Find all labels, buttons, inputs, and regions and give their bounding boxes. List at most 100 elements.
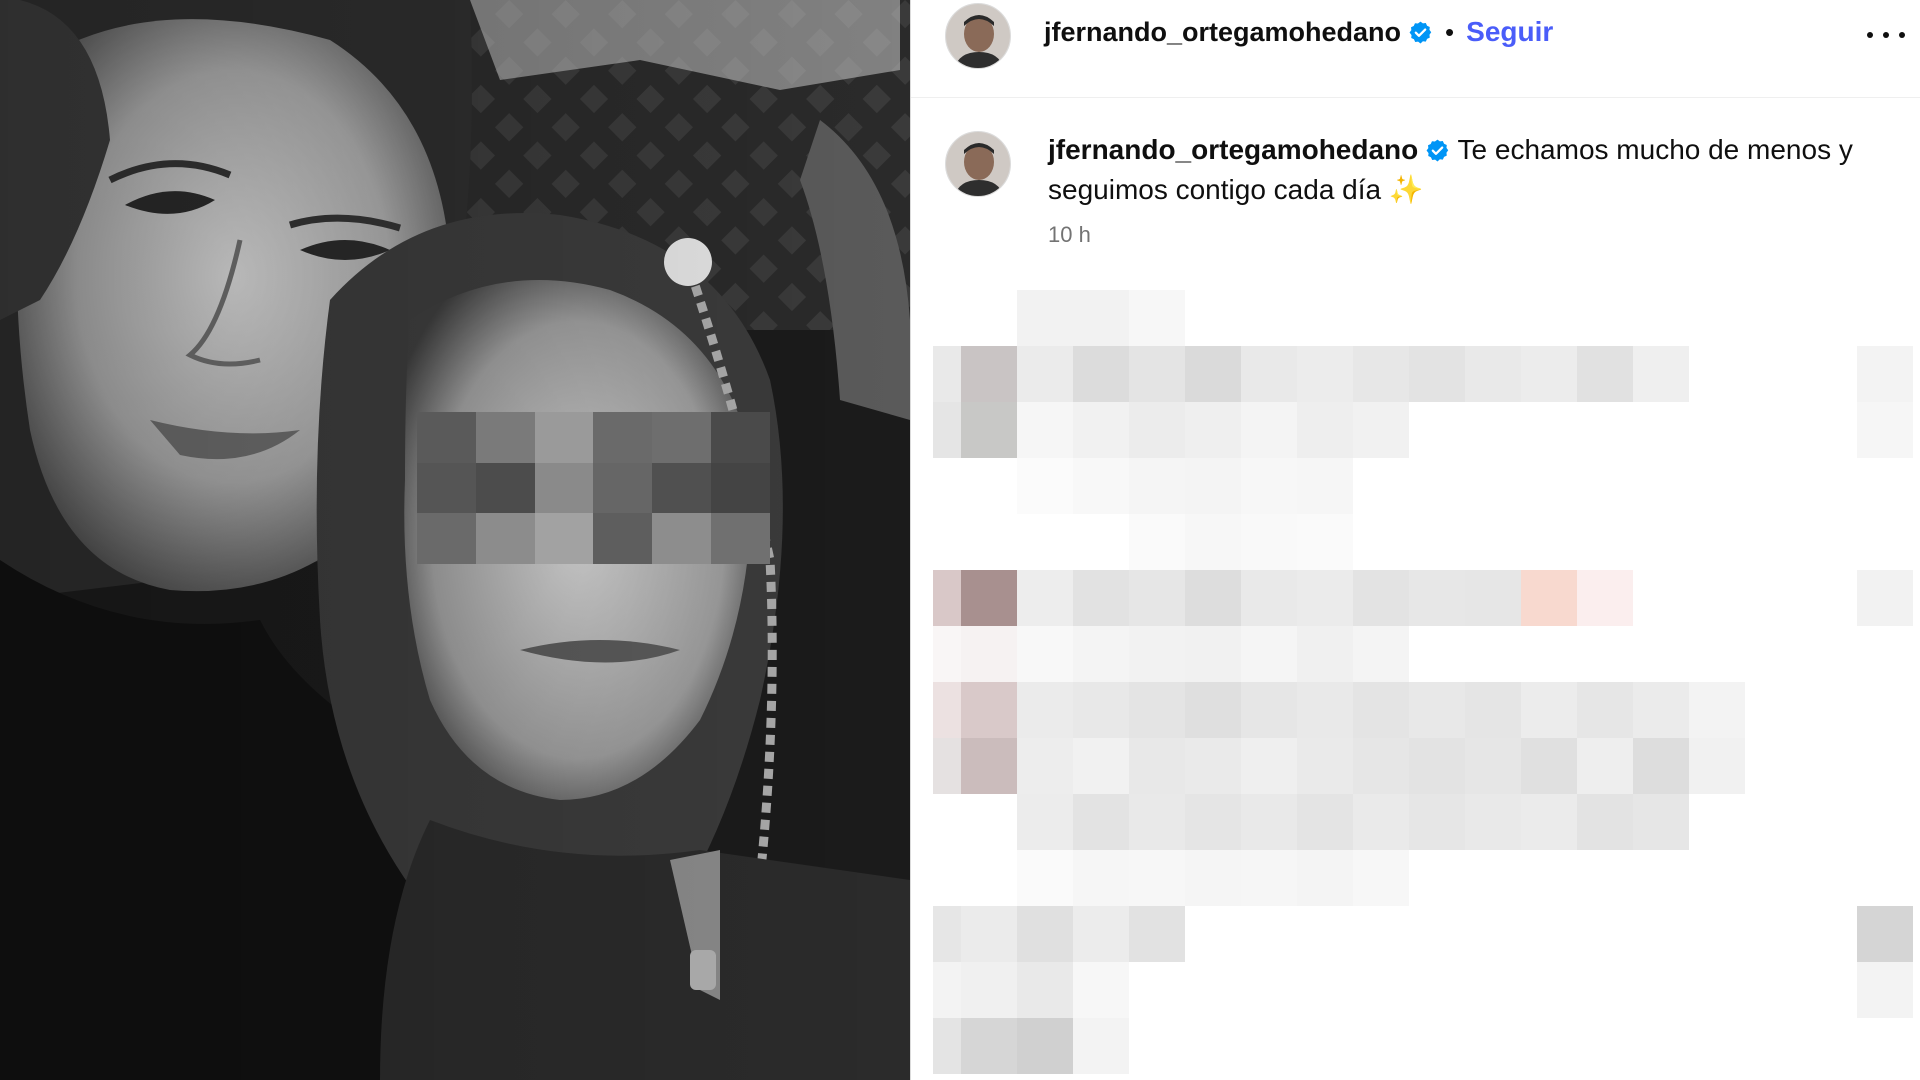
censor-cell — [1633, 738, 1689, 794]
censor-cell — [1017, 682, 1073, 738]
censor-cell — [1633, 682, 1689, 738]
censor-cell — [1577, 682, 1633, 738]
censor-cell — [1465, 682, 1521, 738]
follow-button[interactable]: Seguir — [1466, 16, 1553, 48]
censor-cell — [593, 513, 653, 564]
censor-cell — [933, 682, 961, 738]
censor-cell — [1129, 458, 1185, 514]
censor-cell — [1185, 682, 1241, 738]
censor-cell — [1241, 570, 1297, 626]
censor-cell — [417, 462, 476, 514]
censor-cell — [961, 626, 1017, 682]
censor-cell — [1241, 794, 1297, 850]
censor-cell — [1297, 850, 1353, 906]
post-side-panel: jfernando_ortegamohedano • Seguir jferna… — [910, 0, 1920, 1080]
censor-cell — [933, 1018, 961, 1074]
censor-cell — [961, 402, 1017, 458]
censor-cell — [1409, 738, 1465, 794]
censor-cell — [475, 513, 535, 564]
censor-cell — [1129, 738, 1185, 794]
censor-cell — [1297, 458, 1353, 514]
censor-cell — [1129, 682, 1185, 738]
censor-cell — [961, 682, 1017, 738]
censor-cell — [1521, 738, 1577, 794]
censor-cell — [1465, 346, 1521, 402]
censor-cell — [1857, 402, 1913, 458]
post-header: jfernando_ortegamohedano • Seguir — [911, 0, 1920, 98]
censor-cell — [1409, 682, 1465, 738]
censor-cell — [1017, 402, 1073, 458]
censor-cell — [1017, 346, 1073, 402]
censor-cell — [1017, 1018, 1073, 1074]
censor-cell — [1353, 402, 1409, 458]
censor-cell — [1297, 626, 1353, 682]
censor-cell — [1185, 626, 1241, 682]
censor-cell — [475, 462, 535, 514]
censor-cell — [1241, 458, 1297, 514]
censor-cell — [1857, 962, 1913, 1018]
censor-cell — [1185, 402, 1241, 458]
caption-author-avatar[interactable] — [945, 131, 1011, 197]
author-avatar[interactable] — [945, 3, 1011, 69]
censor-cell — [1185, 514, 1241, 570]
censor-cell — [1073, 850, 1129, 906]
censor-cell — [1633, 794, 1689, 850]
censor-cell — [1017, 962, 1073, 1018]
censor-cell — [652, 513, 712, 564]
censor-cell — [1073, 290, 1129, 346]
censor-cell — [1129, 570, 1185, 626]
censor-cell — [1017, 738, 1073, 794]
more-dot — [1867, 32, 1873, 38]
header-line: jfernando_ortegamohedano • Seguir — [1044, 16, 1553, 48]
censor-cell — [1297, 794, 1353, 850]
censor-cell — [1129, 850, 1185, 906]
censor-cell — [1521, 682, 1577, 738]
more-dot — [1883, 32, 1889, 38]
censor-cell — [933, 738, 961, 794]
censor-cell — [1521, 346, 1577, 402]
author-username[interactable]: jfernando_ortegamohedano — [1044, 17, 1401, 48]
censor-cell — [933, 906, 961, 962]
censor-cell — [593, 412, 653, 463]
censor-cell — [933, 346, 961, 402]
censor-cell — [1073, 794, 1129, 850]
caption-username[interactable]: jfernando_ortegamohedano — [1048, 134, 1418, 165]
censor-cell — [534, 412, 594, 463]
more-horizontal-icon[interactable] — [1867, 20, 1905, 50]
censor-cell — [1073, 570, 1129, 626]
censor-cell — [1241, 738, 1297, 794]
censor-cell — [1185, 570, 1241, 626]
censor-cell — [1073, 1018, 1129, 1074]
censor-cell — [1353, 738, 1409, 794]
censor-cell — [1017, 458, 1073, 514]
censor-cell — [933, 626, 961, 682]
censor-cell — [1185, 738, 1241, 794]
censor-cell — [1297, 570, 1353, 626]
post-timestamp[interactable]: 10 h — [1048, 222, 1091, 248]
censor-cell — [1857, 906, 1913, 962]
censor-cell — [417, 412, 476, 463]
censor-cell — [1241, 850, 1297, 906]
censor-cell — [1297, 402, 1353, 458]
censor-cell — [1689, 682, 1745, 738]
censor-cell — [1017, 290, 1073, 346]
censor-cell — [711, 513, 770, 564]
censor-cell — [1073, 682, 1129, 738]
censor-cell — [961, 570, 1017, 626]
censor-cell — [1129, 346, 1185, 402]
censor-cell — [1353, 794, 1409, 850]
verified-badge-icon — [1408, 20, 1433, 45]
instagram-post-view: jfernando_ortegamohedano • Seguir jferna… — [0, 0, 1920, 1080]
censor-cell — [961, 906, 1017, 962]
censor-cell — [652, 462, 712, 514]
censor-cell — [1689, 738, 1745, 794]
post-photo[interactable] — [0, 0, 910, 1080]
censor-cell — [1185, 346, 1241, 402]
censor-cell — [1185, 850, 1241, 906]
censor-cell — [1353, 626, 1409, 682]
censor-cell — [417, 513, 476, 564]
censor-cell — [1353, 682, 1409, 738]
censor-cell — [1073, 346, 1129, 402]
censor-cell — [1185, 458, 1241, 514]
censor-cell — [1409, 346, 1465, 402]
